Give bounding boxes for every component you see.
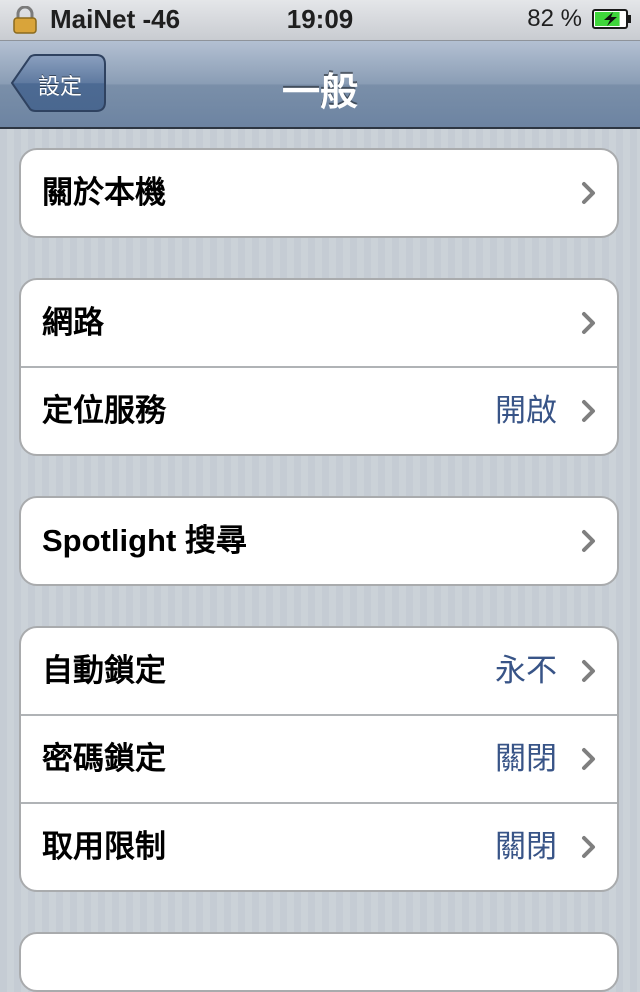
chevron-right-icon [582,660,595,682]
row-location-services[interactable]: 定位服務 開啟 [21,366,617,454]
row-about[interactable]: 關於本機 [21,150,617,236]
settings-group-lock: 自動鎖定 永不 密碼鎖定 關閉 取用限制 關閉 [19,626,619,892]
row-label: 密碼鎖定 [42,741,166,777]
chevron-right-icon [582,836,595,858]
row-auto-lock[interactable]: 自動鎖定 永不 [21,628,617,714]
settings-group-next[interactable] [19,932,619,992]
status-bar: MaiNet -46 19:09 82 % [0,0,640,41]
row-value: 開啟 [495,393,557,429]
row-restrictions[interactable]: 取用限制 關閉 [21,802,617,890]
settings-group-network: 網路 定位服務 開啟 [19,278,619,456]
row-network[interactable]: 網路 [21,280,617,366]
row-label: 自動鎖定 [42,653,166,689]
row-label: 取用限制 [42,829,166,865]
chevron-right-icon [582,312,595,334]
chevron-right-icon [582,748,595,770]
settings-group-about: 關於本機 [19,148,619,238]
battery-percent: 82 % [527,5,582,32]
row-value: 永不 [495,653,557,689]
row-value: 關閉 [495,829,557,865]
chevron-right-icon [582,530,595,552]
row-value: 關閉 [495,741,557,777]
row-label: Spotlight 搜尋 [42,523,247,558]
battery-charging-icon [592,9,631,29]
chevron-right-icon [582,400,595,422]
settings-group-spotlight: Spotlight 搜尋 [19,496,619,586]
row-label: 網路 [42,305,104,341]
navigation-bar: 設定 一般 [0,41,640,129]
row-spotlight-search[interactable]: Spotlight 搜尋 [21,498,617,584]
row-passcode-lock[interactable]: 密碼鎖定 關閉 [21,714,617,802]
row-label: 定位服務 [42,393,166,429]
page-title: 一般 [281,70,358,114]
chevron-right-icon [582,182,595,204]
row-label: 關於本機 [42,175,166,211]
